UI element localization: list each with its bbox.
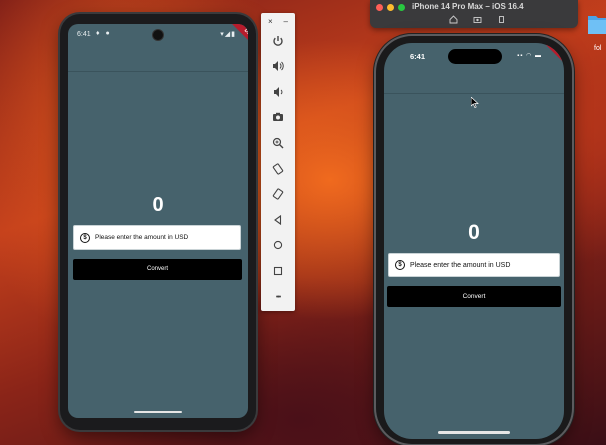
dollar-icon: $ xyxy=(395,260,405,270)
android-notification-icons: ♦ ● xyxy=(96,30,112,37)
folder-label[interactable]: fol xyxy=(594,45,601,52)
emulator-toolbar: × – ••• xyxy=(261,13,295,311)
minimize-icon[interactable]: – xyxy=(284,17,288,26)
zoom-button[interactable] xyxy=(267,133,289,153)
overview-button[interactable] xyxy=(267,261,289,281)
volume-down-button[interactable] xyxy=(267,82,289,102)
ios-status-time: 6:41 xyxy=(410,52,426,61)
overview-square-icon xyxy=(273,266,283,276)
ios-app-bar-divider xyxy=(384,93,564,94)
home-button[interactable] xyxy=(267,235,289,255)
mouse-cursor-icon xyxy=(470,95,479,113)
ios-signal-wifi-battery-icons: ▪▪ ◠ ▬ xyxy=(517,53,542,59)
android-screen: 6:41 ♦ ● ▾◢▮ DEBUG 0 $ Please enter the … xyxy=(68,24,248,418)
rotate-left-icon xyxy=(272,163,284,175)
volume-up-icon xyxy=(273,61,284,71)
camera-icon xyxy=(273,112,283,121)
screenshot-button[interactable] xyxy=(267,107,289,127)
zoom-window-button[interactable] xyxy=(398,4,405,11)
more-options-button[interactable]: ••• xyxy=(267,287,289,307)
home-circle-icon xyxy=(273,240,283,250)
android-home-indicator[interactable] xyxy=(134,411,182,413)
back-triangle-icon xyxy=(274,214,282,226)
rotate-left-button[interactable] xyxy=(267,159,289,179)
rotate-right-button[interactable] xyxy=(267,184,289,204)
zoom-icon xyxy=(272,137,284,149)
converted-amount: 0 xyxy=(152,194,164,216)
usd-amount-input[interactable]: $ Please enter the amount in USD xyxy=(73,225,241,250)
debug-banner: DEBUG xyxy=(542,43,564,79)
android-status-time: 6:41 xyxy=(77,31,91,38)
android-signal-battery-icons: ▾◢▮ xyxy=(220,31,236,38)
dynamic-island xyxy=(448,49,502,64)
rotate-right-icon xyxy=(272,188,284,200)
volume-down-icon xyxy=(274,87,283,97)
volume-up-button[interactable] xyxy=(267,56,289,76)
camera-icon xyxy=(153,30,163,40)
android-app-bar xyxy=(68,46,248,72)
convert-button[interactable]: Convert xyxy=(387,286,561,307)
simulator-titlebar: iPhone 14 Pro Max – iOS 16.4 xyxy=(370,0,578,28)
power-icon xyxy=(273,36,283,46)
ios-home-indicator[interactable] xyxy=(438,431,510,434)
convert-button[interactable]: Convert xyxy=(73,259,242,280)
rotate-icon[interactable] xyxy=(497,15,506,26)
minimize-window-button[interactable] xyxy=(387,4,394,11)
usd-amount-input[interactable]: $ Please enter the amount in USD xyxy=(388,253,560,277)
home-icon[interactable] xyxy=(449,15,458,26)
converted-amount: 0 xyxy=(468,221,480,244)
power-button[interactable] xyxy=(267,31,289,51)
folder-icon[interactable] xyxy=(586,8,606,36)
close-icon[interactable]: × xyxy=(268,17,273,26)
close-window-button[interactable] xyxy=(376,4,383,11)
back-button[interactable] xyxy=(267,210,289,230)
screenshot-icon[interactable] xyxy=(473,15,482,26)
usd-amount-placeholder: Please enter the amount in USD xyxy=(410,261,511,269)
usd-amount-placeholder: Please enter the amount in USD xyxy=(95,234,189,241)
simulator-title: iPhone 14 Pro Max – iOS 16.4 xyxy=(412,2,524,11)
dollar-icon: $ xyxy=(80,232,90,243)
